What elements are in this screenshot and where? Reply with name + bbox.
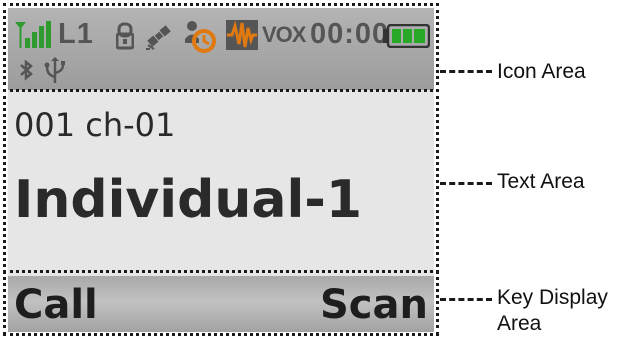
text-area-leader-line: [440, 182, 492, 185]
key-display-area-outline: [3, 270, 439, 336]
key-display-label-line2: Area: [497, 312, 542, 335]
icon-area-outline: [3, 3, 439, 92]
text-area-outline: [3, 89, 439, 273]
key-display-label-line1: Key Display: [497, 286, 608, 309]
icon-area-label: Icon Area: [497, 60, 586, 83]
icon-area-leader-line: [440, 70, 492, 73]
text-area-label: Text Area: [497, 170, 585, 193]
key-display-leader-line: [440, 298, 492, 301]
